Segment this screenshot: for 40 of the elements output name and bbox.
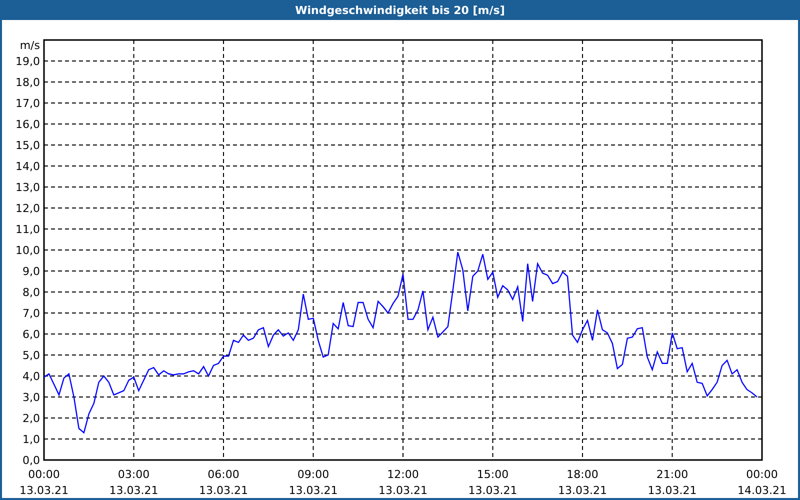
date-label: 13.03.21	[468, 484, 518, 497]
date-label: 13.03.21	[288, 484, 338, 497]
y-tick-label: 11,0	[16, 223, 40, 236]
y-tick-label: 6,0	[22, 328, 40, 341]
date-label: 13.03.21	[199, 484, 248, 497]
y-tick-label: 1,0	[22, 433, 40, 446]
y-tick-label: 5,0	[22, 349, 40, 362]
y-tick-label: 16,0	[16, 118, 40, 131]
y-tick-label: 7,0	[22, 307, 40, 320]
time-label: 21:00	[656, 468, 688, 481]
y-tick-label: 8,0	[22, 286, 40, 299]
y-tick-label: 2,0	[22, 412, 40, 425]
date-label: 13.03.21	[378, 484, 428, 497]
time-label: 00:00	[746, 468, 778, 481]
y-tick-label: 18,0	[16, 76, 40, 89]
date-label: 13.03.21	[109, 484, 158, 497]
y-tick-label: 17,0	[16, 97, 40, 110]
y-tick-label: 14,0	[16, 160, 40, 173]
time-label: 06:00	[208, 468, 240, 481]
y-tick-label: 10,0	[16, 244, 40, 257]
y-tick-label: 19,0	[16, 55, 40, 68]
time-label: 12:00	[387, 468, 419, 481]
y-tick-label: 15,0	[16, 139, 40, 152]
date-label: 13.03.21	[20, 484, 68, 497]
date-label: 14.03.21	[738, 484, 786, 497]
time-label: 03:00	[118, 468, 150, 481]
date-label: 13.03.21	[558, 484, 607, 497]
time-label: 15:00	[476, 468, 509, 481]
y-tick-label: 4,0	[22, 370, 40, 383]
y-tick-label: 3,0	[22, 391, 40, 404]
time-label: 00:00	[28, 468, 60, 481]
y-tick-label: 9,0	[22, 265, 40, 278]
time-label: 09:00	[297, 468, 330, 481]
y-tick-label: 12,0	[16, 202, 40, 215]
date-label: 13.03.21	[648, 484, 697, 497]
y-tick-label: 0,0	[22, 454, 40, 467]
time-label: 18:00	[566, 468, 598, 481]
window-title: Windgeschwindigkeit bis 20 [m/s]	[295, 4, 505, 16]
y-tick-label: 13,0	[16, 181, 40, 194]
unit-label: m/s	[20, 39, 40, 52]
